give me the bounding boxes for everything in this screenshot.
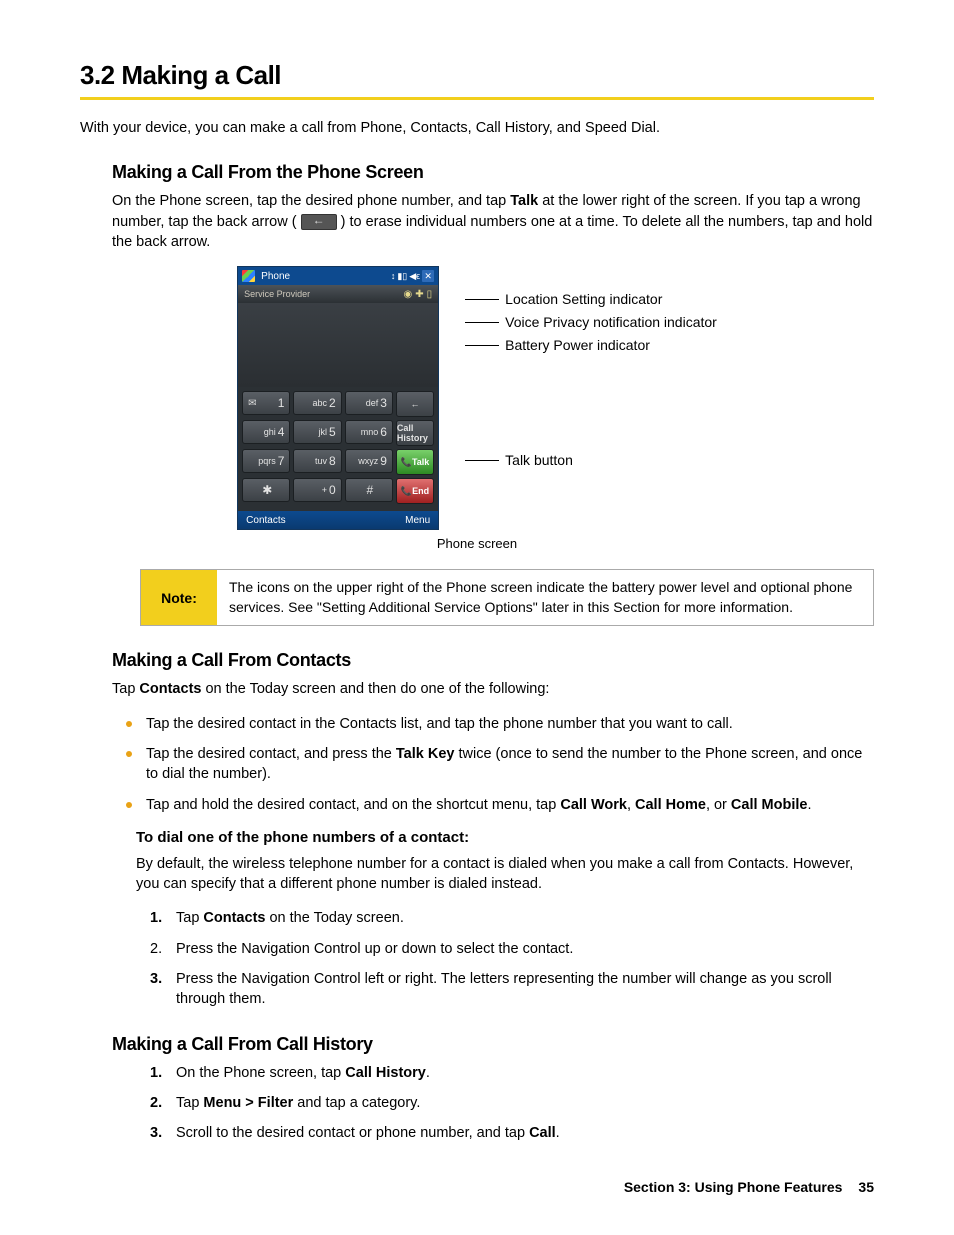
battery-icon: ▯ <box>427 289 433 300</box>
key-call-history[interactable]: Call History <box>396 420 434 446</box>
contacts-bullets: Tap the desired contact in the Contacts … <box>126 714 874 815</box>
step-item: Press the Navigation Control up or down … <box>150 939 874 959</box>
key-1[interactable]: 1 <box>242 391 290 415</box>
phone-screen-paragraph: On the Phone screen, tap the desired pho… <box>112 191 874 252</box>
intro-paragraph: With your device, you can make a call fr… <box>80 118 874 138</box>
step-item: Press the Navigation Control left or rig… <box>150 969 874 1010</box>
title-bar: Phone ↕▮▯◀ϵ✕ <box>238 267 438 285</box>
privacy-icon: ✚ <box>415 289 423 300</box>
phone-screenshot: Phone ↕▮▯◀ϵ✕ Service Provider ◉✚▯ 1 abc2… <box>237 266 439 530</box>
softkey-menu[interactable]: Menu <box>405 515 430 526</box>
signal-icon: ▮▯ <box>397 271 407 282</box>
subhead-phone-screen: Making a Call From the Phone Screen <box>112 162 874 183</box>
step-item: Tap Contacts on the Today screen. <box>150 908 874 928</box>
subhead-contacts: Making a Call From Contacts <box>112 650 874 671</box>
key-talk[interactable]: 📞 Talk <box>396 449 434 475</box>
volume-icon: ◀ϵ <box>409 271 420 282</box>
callout-location: Location Setting indicator <box>465 292 717 306</box>
close-icon: ✕ <box>422 270 434 282</box>
subhead-call-history: Making a Call From Call History <box>112 1034 874 1055</box>
key-backspace[interactable]: ← <box>396 391 434 417</box>
key-5[interactable]: jkl5 <box>293 420 341 444</box>
soft-key-bar: Contacts Menu <box>238 511 438 529</box>
key-star[interactable]: ✱ <box>242 478 290 502</box>
display-area <box>238 303 438 387</box>
key-8[interactable]: tuv8 <box>293 449 341 473</box>
key-6[interactable]: mno6 <box>345 420 393 444</box>
softkey-contacts[interactable]: Contacts <box>246 515 285 526</box>
callout-privacy: Voice Privacy notification indicator <box>465 315 717 329</box>
keypad: 1 abc2 def3 ← ghi4 jkl5 mno6 Call Histor… <box>238 387 438 511</box>
figure-caption: Phone screen <box>80 536 874 551</box>
key-4[interactable]: ghi4 <box>242 420 290 444</box>
contacts-steps: Tap Contacts on the Today screen. Press … <box>150 908 874 1009</box>
callout-battery: Battery Power indicator <box>465 338 717 352</box>
step-heading: To dial one of the phone numbers of a co… <box>136 829 874 846</box>
note-body: The icons on the upper right of the Phon… <box>217 570 873 625</box>
callouts: Location Setting indicator Voice Privacy… <box>465 266 717 476</box>
sync-icon: ↕ <box>391 271 396 281</box>
figure-phone-screen: Phone ↕▮▯◀ϵ✕ Service Provider ◉✚▯ 1 abc2… <box>80 266 874 530</box>
list-item: Tap and hold the desired contact, and on… <box>126 795 874 815</box>
section-number-title: 3.2 Making a Call <box>80 60 874 91</box>
key-7[interactable]: pqrs7 <box>242 449 290 473</box>
note-label: Note: <box>141 570 217 625</box>
note-box: Note: The icons on the upper right of th… <box>140 569 874 626</box>
step-item: Scroll to the desired contact or phone n… <box>150 1123 874 1143</box>
callout-talk: Talk button <box>465 453 717 467</box>
key-9[interactable]: wxyz9 <box>345 449 393 473</box>
divider-yellow <box>80 97 874 100</box>
key-3[interactable]: def3 <box>345 391 393 415</box>
history-steps: On the Phone screen, tap Call History. T… <box>150 1063 874 1144</box>
location-icon: ◉ <box>404 289 413 300</box>
key-2[interactable]: abc2 <box>293 391 341 415</box>
key-hash[interactable]: # <box>345 478 393 502</box>
list-item: Tap the desired contact, and press the T… <box>126 744 874 785</box>
contacts-intro: Tap Contacts on the Today screen and the… <box>112 679 874 699</box>
key-end[interactable]: 📞 End <box>396 478 434 504</box>
step-item: Tap Menu > Filter and tap a category. <box>150 1093 874 1113</box>
start-flag-icon <box>242 270 255 282</box>
list-item: Tap the desired contact in the Contacts … <box>126 714 874 734</box>
back-arrow-icon <box>301 214 337 230</box>
key-0[interactable]: +0 <box>293 478 341 502</box>
step-intro: By default, the wireless telephone numbe… <box>136 854 874 895</box>
provider-bar: Service Provider ◉✚▯ <box>238 285 438 303</box>
step-item: On the Phone screen, tap Call History. <box>150 1063 874 1083</box>
page-footer: Section 3: Using Phone Features35 <box>624 1179 874 1195</box>
